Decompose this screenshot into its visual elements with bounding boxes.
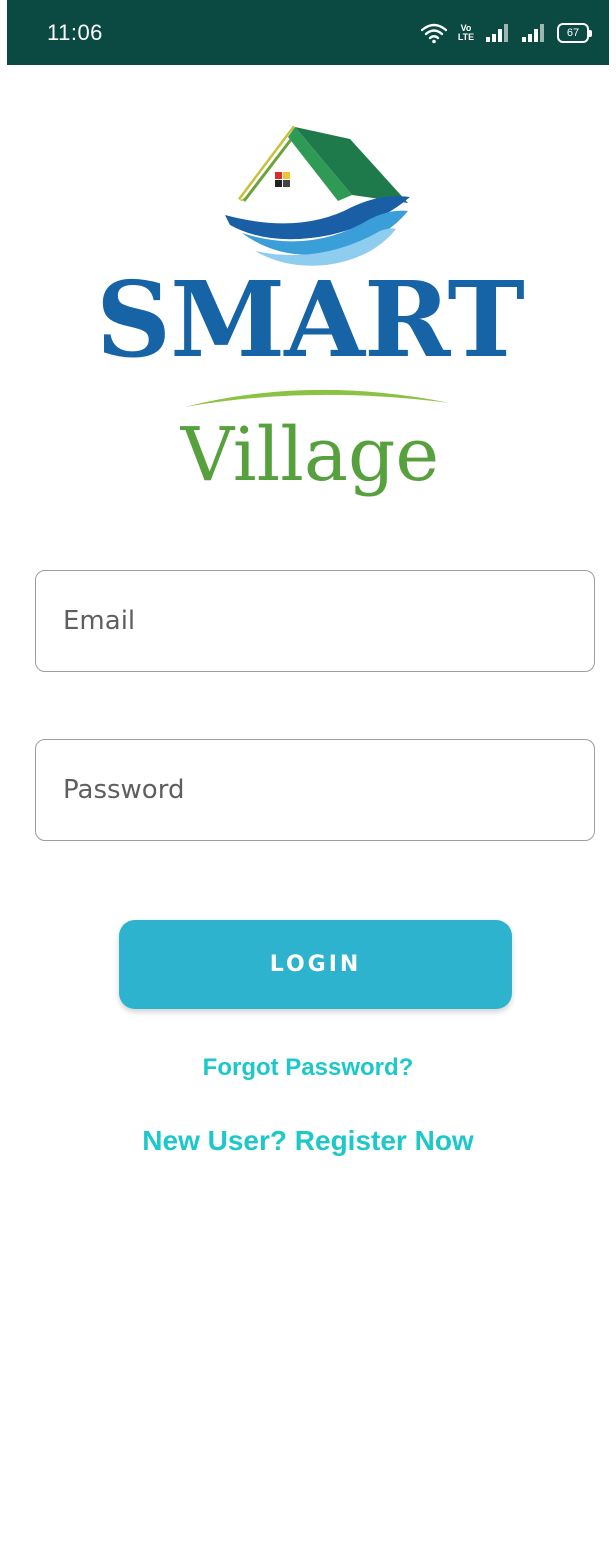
wifi-icon bbox=[421, 23, 447, 44]
logo-text-main: SMART bbox=[96, 258, 525, 381]
signal-icon bbox=[522, 24, 544, 42]
signal-icon bbox=[486, 24, 508, 42]
status-time: 11:06 bbox=[47, 20, 103, 45]
house-icon bbox=[225, 125, 410, 266]
login-screen: 11:06 Vo LTE 67 SMART Village Email LOGI… bbox=[0, 0, 616, 1542]
volte-icon: Vo LTE bbox=[457, 23, 475, 42]
app-logo: SMART Village bbox=[90, 115, 530, 505]
password-input[interactable] bbox=[36, 740, 594, 840]
logo-text-sub: Village bbox=[180, 412, 440, 498]
status-bar: 11:06 Vo LTE 67 bbox=[7, 0, 609, 65]
email-field[interactable] bbox=[35, 570, 595, 672]
register-link[interactable]: New User? Register Now bbox=[0, 1125, 616, 1157]
login-button[interactable]: LOGIN bbox=[119, 920, 512, 1009]
email-input[interactable] bbox=[36, 571, 594, 671]
logo-swoosh bbox=[185, 389, 450, 407]
forgot-password-link[interactable]: Forgot Password? bbox=[0, 1054, 616, 1082]
battery-icon: 67 bbox=[557, 23, 592, 43]
status-icons: Vo LTE 67 bbox=[421, 18, 592, 48]
password-field[interactable] bbox=[35, 739, 595, 841]
